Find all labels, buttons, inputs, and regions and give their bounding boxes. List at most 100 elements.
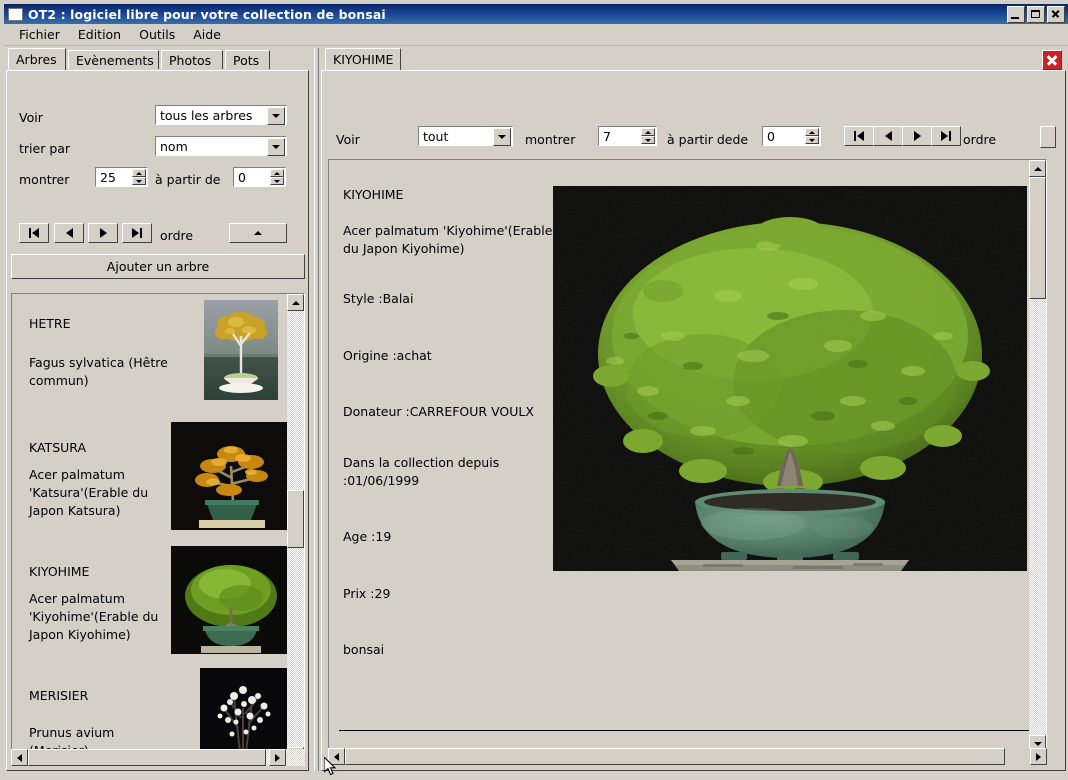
scrollbar-thumb[interactable]	[287, 490, 304, 548]
right-apartir-stepper[interactable]: 0	[762, 126, 821, 146]
tab-photos[interactable]: Photos	[161, 50, 223, 69]
list-item-name: MERISIER	[29, 688, 89, 703]
detail-photo[interactable]	[553, 186, 1027, 571]
scrollbar-thumb[interactable]	[28, 749, 266, 766]
list-item-thumbnail[interactable]	[204, 300, 278, 400]
nav-prev-button[interactable]	[54, 223, 84, 243]
maximize-button[interactable]	[1027, 5, 1045, 23]
right-montrer-increment[interactable]	[641, 128, 655, 136]
list-item-thumbnail[interactable]	[171, 546, 288, 654]
right-nav-prev-button[interactable]	[873, 126, 903, 146]
pane-splitter[interactable]	[311, 48, 321, 771]
close-button[interactable]	[1047, 5, 1065, 23]
scroll-up-button[interactable]	[1029, 160, 1046, 177]
right-nav-last-button[interactable]	[931, 126, 961, 146]
montrer-decrement[interactable]	[132, 177, 146, 185]
app-icon	[8, 7, 23, 21]
chevron-down-icon[interactable]	[493, 128, 511, 146]
scroll-right-button[interactable]	[269, 749, 286, 766]
scrollbar-thumb[interactable]	[1029, 177, 1046, 299]
apartir-stepper[interactable]: 0	[233, 167, 286, 187]
montrer-increment[interactable]	[132, 169, 146, 177]
splitter-ridge	[314, 48, 319, 771]
scrollbar-thumb[interactable]	[345, 748, 1005, 765]
list-item-thumbnail[interactable]	[171, 422, 288, 530]
detail-origine: Origine :achat	[343, 348, 432, 363]
detail-name: KIYOHIME	[343, 187, 404, 202]
close-tab-button[interactable]	[1042, 50, 1062, 70]
list-item-scientific: Acer palmatum 'Kiyohime'(Erable du Japon…	[29, 591, 159, 642]
detail-scrollbar-horizontal[interactable]	[328, 748, 1047, 765]
add-tree-button[interactable]: Ajouter un arbre	[11, 254, 305, 279]
tab-kiyohime-label: KIYOHIME	[333, 52, 394, 67]
nav-first-button[interactable]	[19, 223, 49, 243]
voir-value: tous les arbres	[160, 107, 253, 123]
scroll-right-button[interactable]	[1030, 748, 1047, 765]
apartir-increment[interactable]	[270, 169, 284, 177]
montrer-stepper[interactable]: 25	[95, 167, 148, 187]
list-item-name: HETRE	[29, 316, 71, 331]
window-controls	[1007, 5, 1065, 23]
list-scrollbar-horizontal[interactable]	[11, 749, 305, 766]
nav-last-button[interactable]	[122, 223, 152, 243]
nav-next-button[interactable]	[88, 223, 118, 243]
menu-aide[interactable]: Aide	[184, 25, 230, 44]
detail-style: Style :Balai	[343, 291, 414, 306]
right-ordre-toggle-button[interactable]	[1040, 126, 1056, 148]
voir-select[interactable]: tous les arbres	[155, 105, 287, 125]
trier-value: nom	[160, 138, 188, 154]
tab-photos-label: Photos	[169, 53, 212, 68]
detail-scrollbar-vertical[interactable]	[1029, 160, 1046, 752]
list-item-name: KATSURA	[29, 440, 87, 455]
tab-evenements[interactable]: Evènements	[68, 50, 159, 69]
left-tab-body: Voir tous les arbres trier par nom montr…	[6, 70, 309, 771]
tab-arbres[interactable]: Arbres	[8, 48, 66, 70]
list-item[interactable]: KATSURA Acer palmatum 'Katsura'(Erable d…	[12, 418, 288, 542]
right-nav-first-button[interactable]	[844, 126, 874, 146]
menu-edition[interactable]: Edition	[69, 25, 130, 44]
right-nav-next-button[interactable]	[902, 126, 932, 146]
kiyohime-broom-maple-image	[553, 186, 1027, 571]
apartir-label: à partir de	[155, 172, 221, 187]
maple-orange-image	[171, 422, 288, 530]
tab-kiyohime[interactable]: KIYOHIME	[325, 48, 401, 70]
chevron-down-icon[interactable]	[267, 138, 285, 156]
list-item[interactable]: HETRE Fagus sylvatica (Hêtre commun)	[12, 294, 288, 418]
window-title: OT2 : logiciel libre pour votre collecti…	[28, 6, 386, 22]
minimize-button[interactable]	[1007, 5, 1025, 23]
menu-outils[interactable]: Outils	[130, 25, 184, 44]
list-item[interactable]: KIYOHIME Acer palmatum 'Kiyohime'(Erable…	[12, 542, 288, 666]
tab-arbres-label: Arbres	[16, 52, 57, 67]
right-voir-value: tout	[423, 128, 449, 144]
right-apartir-decrement[interactable]	[805, 136, 819, 144]
list-item-scientific: Acer palmatum 'Katsura'(Erable du Japon …	[29, 467, 149, 518]
detail-collection: Dans la collection depuis :01/06/1999	[343, 455, 500, 488]
list-scrollbar-vertical[interactable]	[287, 294, 304, 764]
tab-pots[interactable]: Pots	[225, 50, 270, 69]
chevron-down-icon[interactable]	[267, 107, 285, 125]
voir-label: Voir	[19, 110, 43, 125]
menu-fichier[interactable]: Fichier	[10, 25, 69, 44]
montrer-label: montrer	[19, 172, 70, 187]
ordre-label: ordre	[160, 228, 194, 243]
right-voir-select[interactable]: tout	[418, 126, 513, 146]
list-item-scientific: Fagus sylvatica (Hêtre commun)	[29, 355, 168, 388]
ordre-toggle-button[interactable]	[229, 223, 287, 243]
tree-list[interactable]: HETRE Fagus sylvatica (Hêtre commun) KAT…	[11, 293, 305, 765]
scroll-up-button[interactable]	[287, 294, 304, 311]
right-montrer-decrement[interactable]	[641, 136, 655, 144]
add-tree-label: Ajouter un arbre	[106, 259, 210, 274]
right-montrer-label: montrer	[525, 132, 576, 147]
detail-age: Age :19	[343, 529, 392, 544]
trier-select[interactable]: nom	[155, 136, 287, 156]
apartir-decrement[interactable]	[270, 177, 284, 185]
right-tabstrip: KIYOHIME	[323, 48, 1066, 70]
right-apartir-increment[interactable]	[805, 128, 819, 136]
tab-evenements-label: Evènements	[76, 53, 154, 68]
scroll-left-button[interactable]	[11, 749, 28, 766]
right-montrer-stepper[interactable]: 7	[598, 126, 657, 146]
tree-list-viewport: HETRE Fagus sylvatica (Hêtre commun) KAT…	[12, 294, 288, 764]
right-tab-body: Voir tout montrer 7 à partir dede 0 ordr…	[321, 70, 1066, 771]
list-item-name: KIYOHIME	[29, 564, 90, 579]
detail-scientific: Acer palmatum 'Kiyohime'(Erable du Japon…	[343, 223, 553, 256]
